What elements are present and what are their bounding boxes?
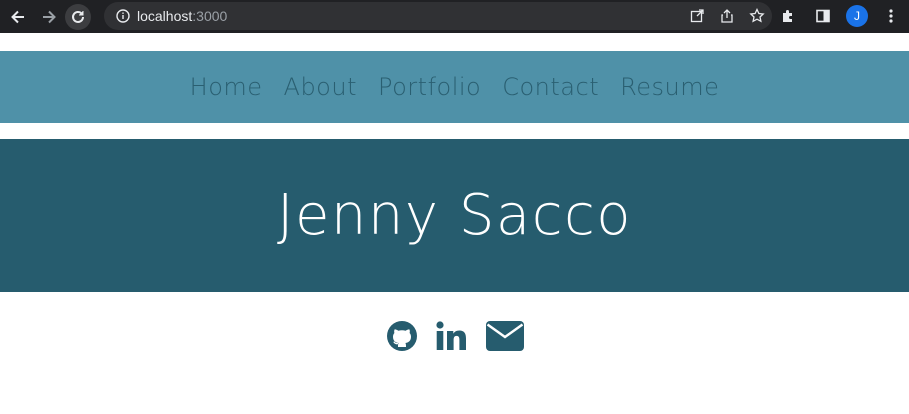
forward-arrow-icon bbox=[43, 10, 56, 23]
profile-avatar[interactable]: J bbox=[846, 5, 868, 27]
site-nav: Home About Portfolio Contact Resume bbox=[0, 51, 909, 123]
hero-title: Jenny Sacco bbox=[276, 183, 633, 248]
address-url: localhost:3000 bbox=[137, 8, 227, 24]
url-port: :3000 bbox=[192, 8, 228, 24]
side-panel-icon[interactable] bbox=[811, 4, 835, 28]
browser-toolbar: localhost:3000 J bbox=[0, 0, 909, 33]
nav-link-contact[interactable]: Contact bbox=[502, 73, 599, 101]
reload-icon bbox=[72, 10, 84, 23]
back-arrow-icon bbox=[11, 10, 24, 23]
section-gap bbox=[0, 123, 909, 139]
page-top-spacer bbox=[0, 33, 909, 51]
nav-link-resume[interactable]: Resume bbox=[620, 73, 719, 101]
nav-link-about[interactable]: About bbox=[284, 73, 357, 101]
nav-link-home[interactable]: Home bbox=[190, 73, 263, 101]
more-menu-icon[interactable] bbox=[879, 4, 903, 28]
address-bar[interactable]: localhost:3000 bbox=[104, 2, 772, 30]
back-button[interactable] bbox=[5, 4, 31, 30]
nav-link-portfolio[interactable]: Portfolio bbox=[378, 73, 481, 101]
social-links bbox=[0, 292, 909, 352]
github-icon[interactable] bbox=[386, 320, 418, 352]
bookmark-star-icon[interactable] bbox=[748, 7, 766, 25]
open-external-icon[interactable] bbox=[688, 7, 706, 25]
share-icon[interactable] bbox=[718, 7, 736, 25]
site-info-icon[interactable] bbox=[115, 8, 131, 24]
envelope-icon[interactable] bbox=[485, 321, 524, 351]
hero-banner: Jenny Sacco bbox=[0, 139, 909, 292]
url-host: localhost bbox=[137, 8, 193, 24]
forward-button[interactable] bbox=[36, 4, 62, 30]
extensions-puzzle-icon[interactable] bbox=[776, 4, 800, 28]
linkedin-icon[interactable] bbox=[435, 321, 468, 351]
reload-button[interactable] bbox=[65, 3, 91, 30]
